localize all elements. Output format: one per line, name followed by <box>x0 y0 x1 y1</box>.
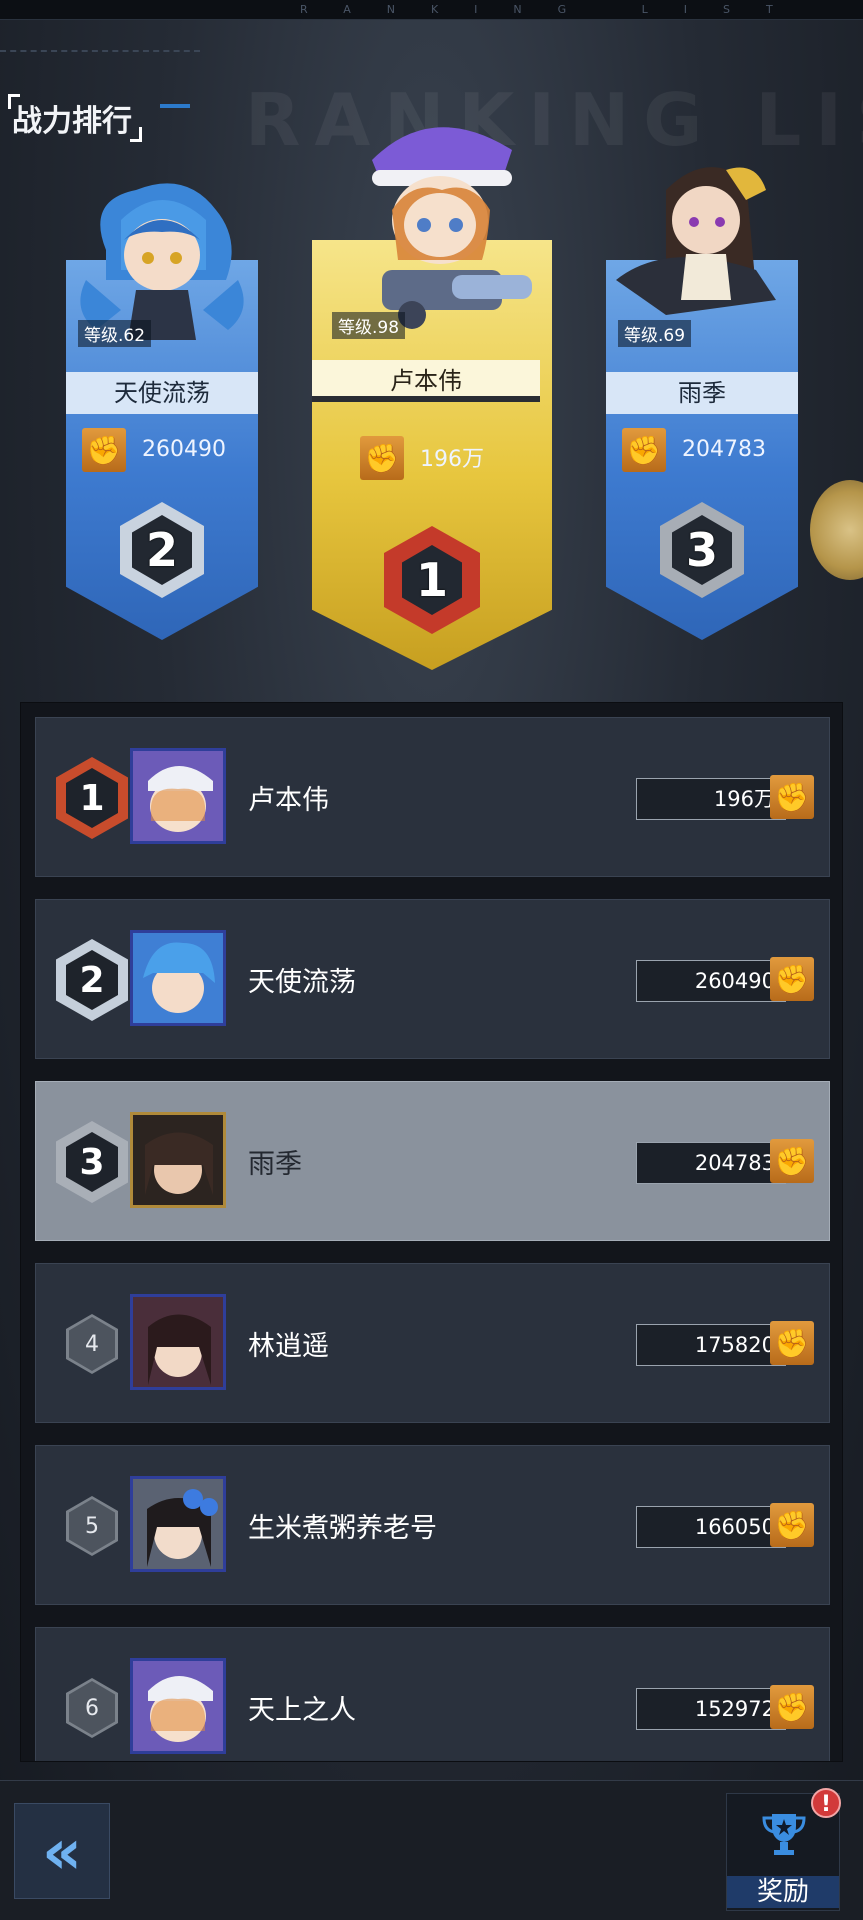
power-value: 204783 <box>636 1142 786 1184</box>
podium-rank-3[interactable]: 等级.69 雨季 ✊ 204783 3 <box>606 150 798 640</box>
table-row[interactable]: 1 卢本伟 196万 ✊ <box>35 717 830 877</box>
rank-number: 1 <box>66 768 118 828</box>
avatar[interactable] <box>130 930 226 1026</box>
power-value: 196万 <box>420 447 484 472</box>
rank-badge: 4 <box>54 1302 130 1386</box>
back-button[interactable]: « <box>14 1803 110 1899</box>
fist-icon: ✊ <box>770 1139 814 1183</box>
player-name: 雨季 <box>606 372 798 414</box>
rank-number: 2 <box>66 950 118 1010</box>
character-portrait <box>372 127 532 329</box>
trophy-icon <box>762 1814 806 1855</box>
fist-icon: ✊ <box>82 428 126 472</box>
power-value: 260490 <box>142 437 226 462</box>
strip-text: RANKING LIST <box>300 3 809 16</box>
character-portrait <box>616 167 776 315</box>
avatar[interactable] <box>130 1476 226 1572</box>
power-value: 204783 <box>682 437 766 462</box>
fist-icon: ✊ <box>770 775 814 819</box>
table-row[interactable]: 4 林逍遥 175820 ✊ <box>35 1263 830 1423</box>
rank-medal: 1 <box>380 520 484 640</box>
rank-number: 3 <box>66 1132 118 1192</box>
rank-number: 4 <box>69 1317 115 1371</box>
rank-number: 6 <box>69 1681 115 1735</box>
table-row[interactable]: 6 天上之人 152972 ✊ <box>35 1627 830 1761</box>
fist-icon: ✊ <box>770 1503 814 1547</box>
fist-icon: ✊ <box>360 436 404 480</box>
rank-badge: 5 <box>54 1484 130 1568</box>
top-strip: RANKING LIST <box>0 0 863 20</box>
table-row-self[interactable]: 3 雨季 204783 ✊ <box>35 1081 830 1241</box>
level-badge: 等级.98 <box>332 312 406 339</box>
rank-badge: 1 <box>54 756 130 840</box>
player-name: 天使流荡 <box>248 967 356 998</box>
page-title: 战力排行 <box>8 94 142 142</box>
rank-medal: 3 <box>652 495 752 605</box>
podium-rank-2[interactable]: 等级.62 天使流荡 ✊ 260490 2 <box>66 160 258 640</box>
rank-badge: 3 <box>54 1120 130 1204</box>
rank-number: 1 <box>402 545 462 615</box>
fist-icon: ✊ <box>622 428 666 472</box>
player-name: 卢本伟 <box>248 785 329 816</box>
player-name: 卢本伟 <box>312 360 540 402</box>
level-badge: 等级.62 <box>78 320 152 347</box>
player-name: 天上之人 <box>248 1695 356 1726</box>
power-value: 166050 <box>636 1506 786 1548</box>
fist-icon: ✊ <box>770 1685 814 1729</box>
power-row: ✊ 196万 <box>360 436 550 480</box>
podium-rank-1[interactable]: 等级.98 卢本伟 ✊ 196万 1 <box>312 110 552 670</box>
rank-number: 3 <box>672 515 732 585</box>
avatar[interactable] <box>130 1658 226 1754</box>
decor-line <box>0 50 200 60</box>
reward-label: 奖励 <box>727 1876 839 1908</box>
rank-badge: 6 <box>54 1666 130 1750</box>
power-value: 152972 <box>636 1688 786 1730</box>
player-name: 生米煮粥养老号 <box>248 1513 437 1544</box>
power-value: 175820 <box>636 1324 786 1366</box>
power-value: 260490 <box>636 960 786 1002</box>
rank-badge: 2 <box>54 938 130 1022</box>
rank-medal: 2 <box>112 495 212 605</box>
avatar[interactable] <box>130 748 226 844</box>
player-name: 林逍遥 <box>248 1331 329 1362</box>
double-chevron-left-icon: « <box>41 1814 83 1888</box>
reward-button[interactable]: 奖励 ! <box>726 1788 841 1911</box>
fist-icon: ✊ <box>770 957 814 1001</box>
power-row: ✊ 204783 <box>622 428 798 472</box>
fist-icon: ✊ <box>770 1321 814 1365</box>
level-badge: 等级.69 <box>618 320 692 347</box>
player-name: 天使流荡 <box>66 372 258 414</box>
ranking-screen: RANKING LIST RANKING LIST 战力排行 等级.62 天使流… <box>0 0 863 1920</box>
power-value: 196万 <box>636 778 786 820</box>
avatar[interactable] <box>130 1294 226 1390</box>
side-medal-icon[interactable] <box>810 480 863 580</box>
rank-number: 2 <box>132 515 192 585</box>
table-row[interactable]: 2 天使流荡 260490 ✊ <box>35 899 830 1059</box>
notification-badge: ! <box>811 1788 841 1818</box>
bottom-bar: « 奖励 ! <box>0 1780 863 1920</box>
ranking-list[interactable]: 1 卢本伟 196万 ✊ 2 天使流荡 260490 ✊ 3 雨季 204783… <box>20 702 843 1762</box>
player-name: 雨季 <box>248 1149 302 1180</box>
power-row: ✊ 260490 <box>82 428 252 472</box>
table-row[interactable]: 5 生米煮粥养老号 166050 ✊ <box>35 1445 830 1605</box>
avatar[interactable] <box>130 1112 226 1208</box>
title-accent <box>160 104 190 108</box>
rank-number: 5 <box>69 1499 115 1553</box>
